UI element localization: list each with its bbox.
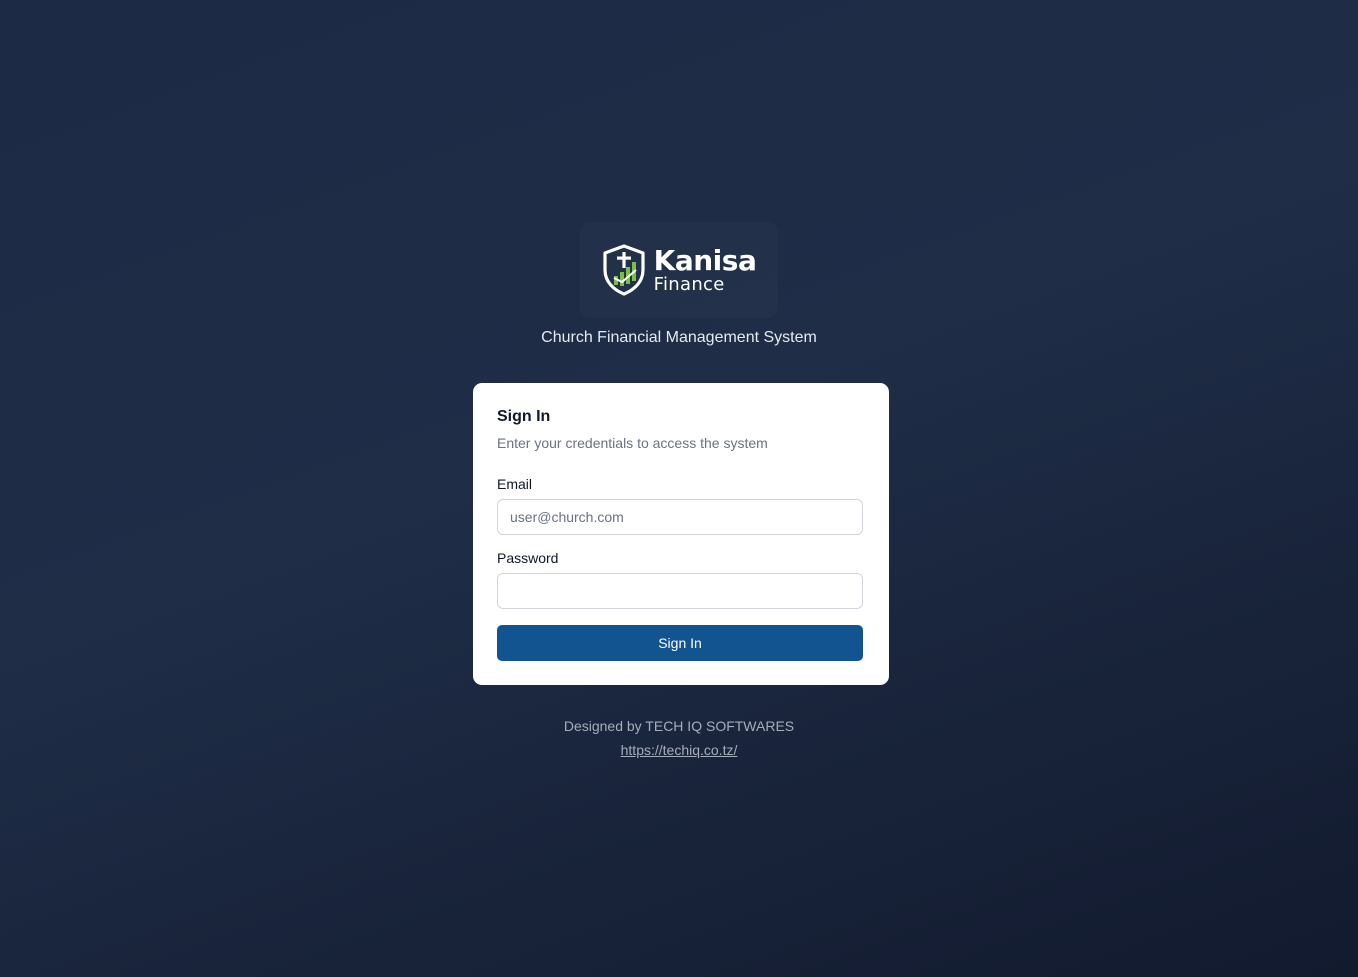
password-label: Password [497,550,559,566]
logo-container: Kanisa Finance [580,222,778,318]
brand-sub: Finance [653,273,725,295]
email-label: Email [497,476,533,492]
brand-wordmark: Kanisa Finance [653,243,757,295]
login-card: Sign In Enter your credentials to access… [473,383,889,685]
password-field[interactable] [497,573,863,609]
brand-name: Kanisa [653,243,757,277]
footer-credit: Designed by TECH IQ SOFTWARES [563,718,795,734]
email-field[interactable] [497,499,863,535]
shield-cross-chart-icon [603,244,645,296]
footer: Designed by TECH IQ SOFTWARES https://te… [0,718,1358,758]
login-subtitle: Enter your credentials to access the sys… [497,435,768,451]
footer-link[interactable]: https://techiq.co.tz/ [621,742,738,758]
page-tagline: Church Financial Management System [541,329,817,346]
login-title: Sign In [497,408,551,425]
brand-logo: Kanisa Finance [602,244,757,296]
sign-in-button[interactable]: Sign In [497,625,863,661]
